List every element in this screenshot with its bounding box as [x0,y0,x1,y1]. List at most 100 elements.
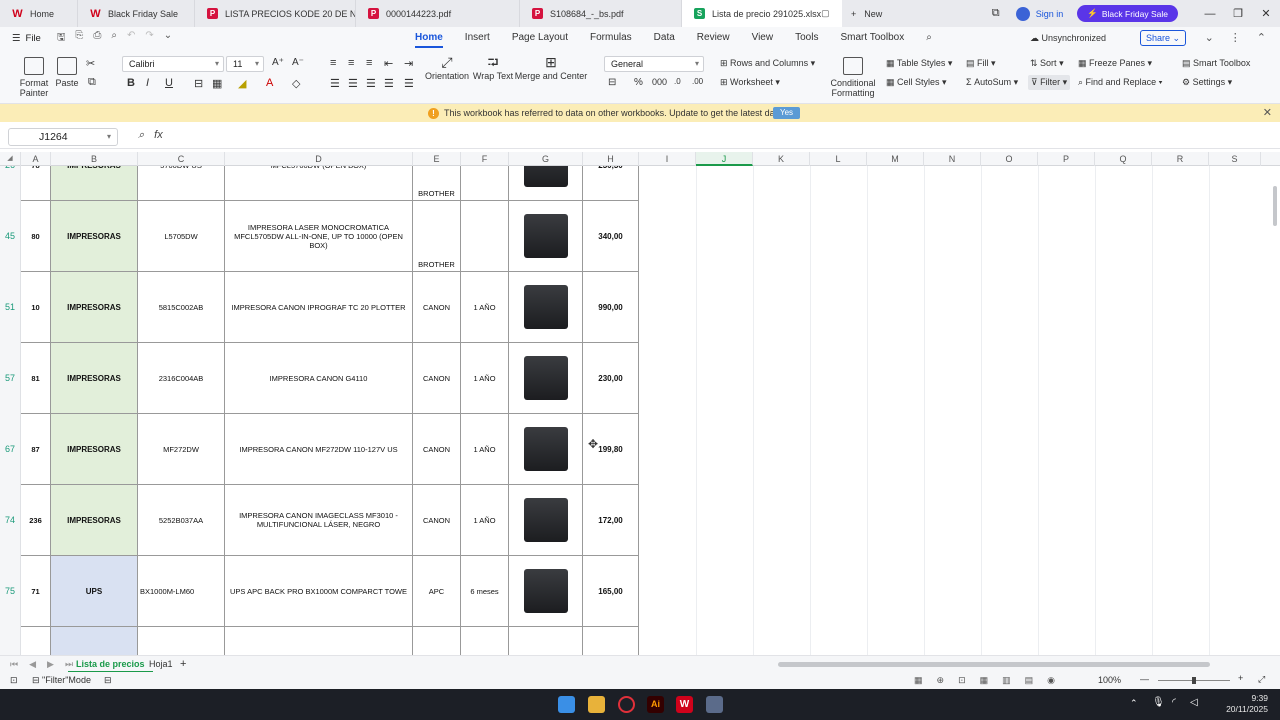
cell-partial[interactable] [138,627,225,655]
align-middle-icon[interactable]: ≡ [348,57,354,69]
calculator-icon[interactable] [706,696,723,713]
borders-icon[interactable]: ▦ [212,77,222,90]
page-break-icon[interactable]: ▤ [1025,675,1034,686]
rows-columns-button[interactable]: ⊞ Rows and Columns ▾ [720,58,815,69]
tab-review[interactable]: Review [686,27,741,49]
col-header-r[interactable]: R [1152,152,1209,166]
cell-styles-button[interactable]: ▦ Cell Styles ▾ [886,77,947,88]
tab-view[interactable]: View [741,27,785,49]
clock[interactable]: 9:39 20/11/2025 [1226,693,1268,715]
cell-c[interactable]: MF272DW [138,414,225,485]
row-header[interactable]: 57 [0,343,21,414]
cell-a[interactable]: 71 [21,556,51,627]
cell-f[interactable]: 1 AÑO [461,414,509,485]
product-image-cell[interactable] [509,166,583,201]
cell-e[interactable]: BROTHER [413,166,461,201]
tray-chevron-icon[interactable]: ⌃ [1130,698,1138,709]
smart-toolbox-button[interactable]: ▤ Smart Toolbox [1182,58,1250,69]
col-header-e[interactable]: E [413,152,461,166]
scroll-thumb[interactable] [1273,186,1277,226]
cell-d[interactable]: IMPRESORA LASER MONOCROMATICA MFCL5705DW… [225,201,413,272]
zoom-slider-thumb[interactable] [1192,677,1196,684]
col-header-h[interactable]: H [583,152,639,166]
freeze-panes-button[interactable]: ▦ Freeze Panes ▾ [1078,58,1152,69]
fx-icon[interactable]: fx [154,129,163,142]
cell-f[interactable] [461,201,509,272]
minimize-icon[interactable]: — [1196,8,1224,20]
restore-icon[interactable]: ▢ [821,8,830,19]
align-left-icon[interactable]: ☰ [330,77,340,90]
chevron-up-icon[interactable]: ⌃ [1257,27,1266,49]
more-icon[interactable]: ⋮ [1230,27,1241,49]
wrap-text-button[interactable]: ⮒ Wrap Text [473,55,513,81]
col-header-c[interactable]: C [138,152,225,166]
merge-center-button[interactable]: ⊞ Merge and Center [515,55,588,81]
macro-icon[interactable]: ⊡ [10,675,18,686]
sheet-tab-lista-de-precios[interactable]: Lista de precios [68,656,153,673]
product-image[interactable] [523,427,568,471]
justify-icon[interactable]: ☰ [384,77,394,90]
indent-increase-icon[interactable]: ⇥ [404,57,413,70]
close-icon[interactable]: ✕ [1263,106,1272,119]
col-header-a[interactable]: A [21,152,51,166]
row-header[interactable]: 51 [0,272,21,343]
cell-partial[interactable] [51,627,138,655]
microphone-icon[interactable]: 🎙 [1152,697,1165,708]
strikethrough-icon[interactable]: ⊟ [194,77,203,90]
print-icon[interactable]: ⎙ [93,30,101,47]
cut-icon[interactable]: ✂ [86,57,95,70]
wps-office-icon[interactable]: W [676,696,693,713]
tab-home-ribbon[interactable]: Home [404,27,454,49]
cell-f[interactable]: 1 AÑO [461,343,509,414]
promo-button[interactable]: ⚡ Black Friday Sale [1077,5,1178,22]
zoom-formula-icon[interactable]: ⌕ [138,129,144,142]
product-image-cell[interactable] [509,485,583,556]
row-header[interactable]: 26 [0,166,21,201]
redo-icon[interactable]: ↷ [145,30,153,47]
row-header[interactable]: 67 [0,414,21,485]
cell-a[interactable]: 81 [21,343,51,414]
chevron-down-icon[interactable]: ⌄ [164,30,172,47]
select-all-corner[interactable]: ◢ [0,152,21,166]
product-image-cell[interactable] [509,343,583,414]
row-header[interactable]: 75 [0,556,21,627]
print-preview-icon[interactable]: ⌕ [111,30,117,47]
fill-button[interactable]: ▤ Fill ▾ [966,58,996,69]
cell-c[interactable]: BX1000M-LM60 [138,556,225,627]
cell-h[interactable]: 340,00 [583,201,639,272]
cell-b[interactable]: IMPRESORAS [51,272,138,343]
align-bottom-icon[interactable]: ≡ [366,57,372,69]
export-icon[interactable]: ⎘ [75,30,83,47]
number-format-select[interactable]: General ▾ [604,56,704,72]
product-image-cell[interactable] [509,272,583,343]
sheet-view-icon[interactable]: ⊟ [104,675,112,686]
product-image[interactable] [523,356,568,400]
row-header[interactable] [0,627,21,655]
zoom-out-icon[interactable]: — [1140,674,1149,684]
thousands-icon[interactable]: 000 [652,77,667,87]
name-box[interactable]: J1264 ▾ [8,128,118,146]
col-header-l[interactable]: L [810,152,867,166]
first-sheet-icon[interactable]: ⏮ [10,656,18,673]
col-header-i[interactable]: I [639,152,696,166]
sort-button[interactable]: ⇅ Sort ▾ [1030,58,1064,69]
prev-sheet-icon[interactable]: ◀ [29,656,36,673]
align-right-icon[interactable]: ☰ [366,77,376,90]
focus-icon[interactable]: ⊕ [937,675,945,686]
row-header[interactable]: 74 [0,485,21,556]
cell-partial[interactable] [583,627,639,655]
format-painter-button[interactable]: Format Painter [18,57,50,98]
product-image[interactable] [523,166,568,187]
cell-e[interactable]: CANON [413,272,461,343]
tab-lista-precios-kode[interactable]: P LISTA PRECIOS KODE 20 DE NOVIEM [195,0,356,27]
cell-a[interactable]: 10 [21,272,51,343]
next-sheet-icon[interactable]: ▶ [47,656,54,673]
sign-in-button[interactable]: Sign in [1015,6,1063,21]
col-header-g[interactable]: G [509,152,583,166]
cell-d[interactable]: UPS APC BACK PRO BX1000M COMPARCT TOWE [225,556,413,627]
font-name-select[interactable]: Calibri ▾ [122,56,224,72]
cell-grid[interactable]: 26 78 IMPRESORAS 5700DW US MFCL5700DW (OPEN … [0,166,1270,655]
cell-f[interactable]: 1 AÑO [461,272,509,343]
find-replace-button[interactable]: ⌕ Find and Replace ▾ [1078,77,1162,88]
layout-icon[interactable]: ⧉ [982,7,1010,20]
